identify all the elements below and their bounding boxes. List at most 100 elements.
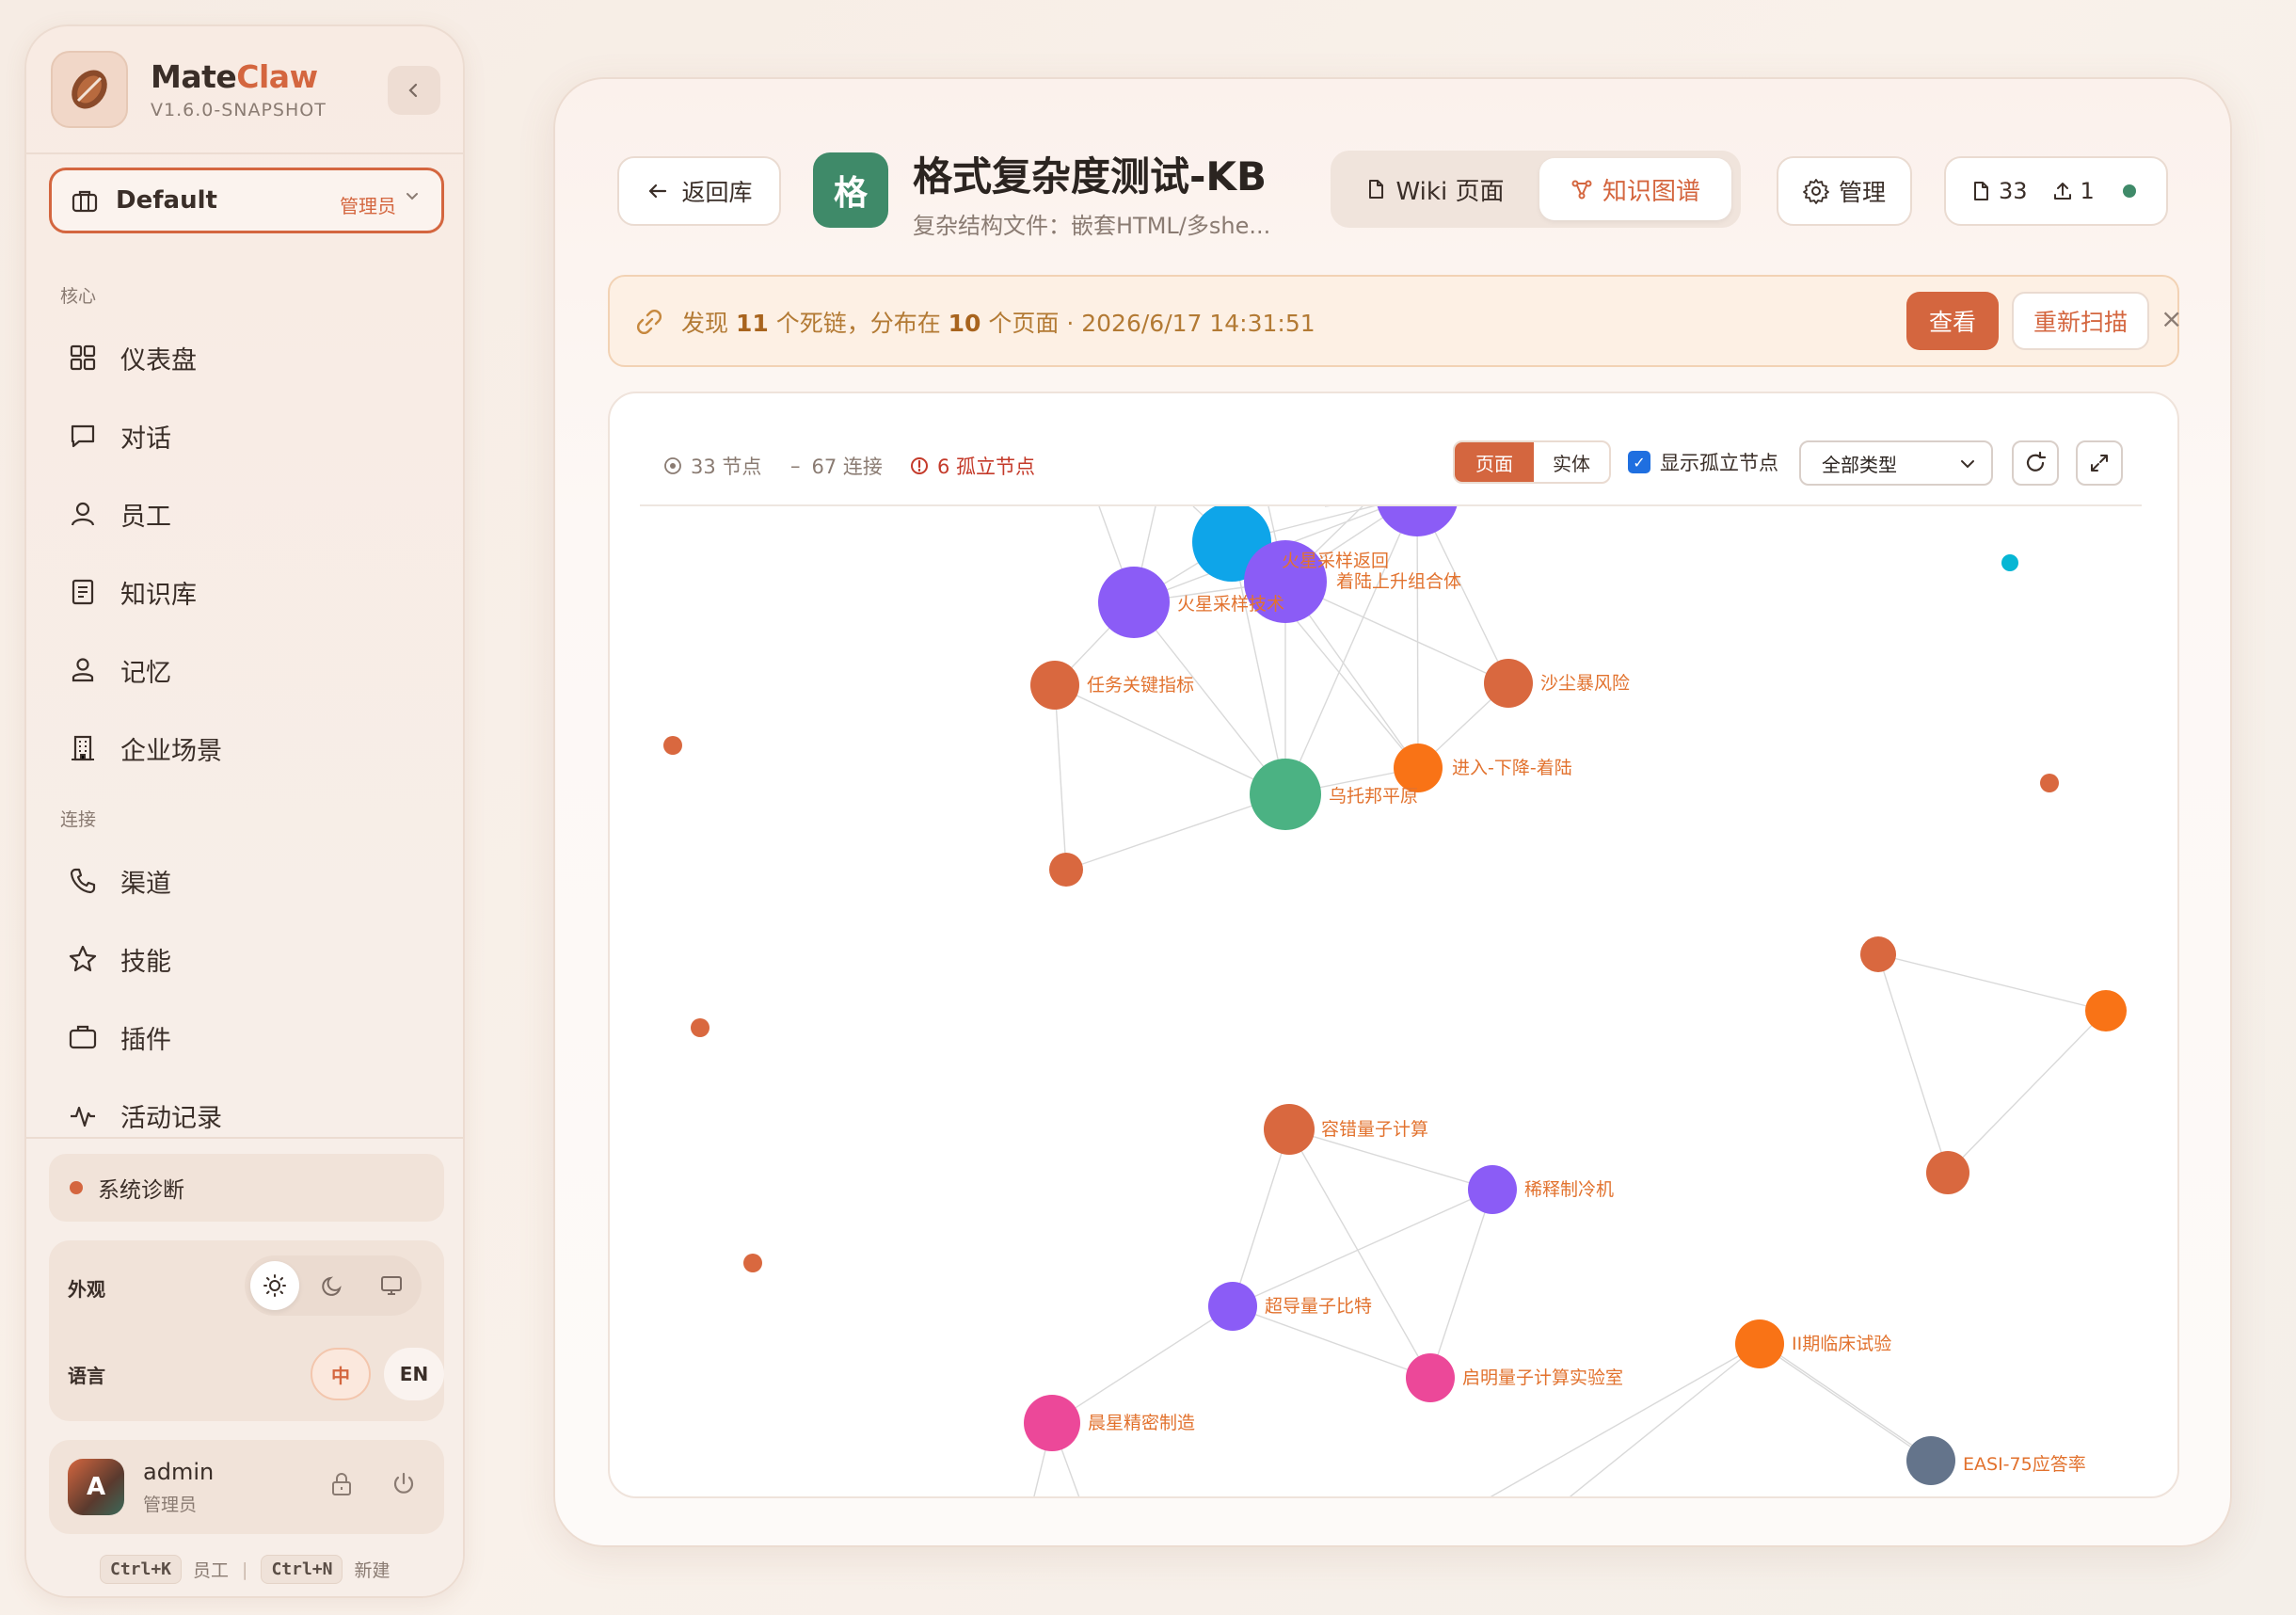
graph-node[interactable] [1468,1165,1517,1214]
system-diagnostics-button[interactable]: 系统诊断 [49,1154,444,1222]
nav-item-knowledge-base[interactable]: 知识库 [64,564,422,620]
graph-node[interactable] [1376,454,1459,536]
graph-node-label: 星槎一号 [1468,485,1539,505]
workspace-selector[interactable]: Default 管理员 [49,168,444,233]
status-dot [70,1181,83,1194]
graph-edge [1759,1343,1932,1462]
tab-knowledge-graph[interactable]: 知识图谱 [1539,158,1731,220]
graph-node[interactable] [691,1018,710,1037]
upload-icon [2053,183,2071,200]
dead-link-alert: 发现 11 个死链，分布在 10 个页面 · 2026/6/17 14:31:5… [608,275,2182,367]
graph-node[interactable] [1250,759,1321,830]
graph-node[interactable] [1264,1104,1315,1155]
theme-system-button[interactable] [367,1261,416,1310]
sun-icon [263,1274,286,1297]
user-icon [64,495,102,533]
nav-item-skills[interactable]: 技能 [64,931,422,987]
graph-node[interactable] [1906,1436,1955,1485]
graph-node-label: 任务关键指标 [1087,675,1194,696]
nav-item-activity-log[interactable]: 活动记录 [64,1087,422,1143]
graph-node-label: 进入-下降-着陆 [1452,758,1572,778]
graph-node[interactable] [1484,659,1533,708]
graph-edge [1762,1343,1936,1462]
lang-zh-button[interactable]: 中 [311,1348,371,1400]
power-icon[interactable] [390,1470,418,1502]
status-dot [2122,184,2136,198]
theme-dark-button[interactable] [309,1261,358,1310]
graph-node-label: 晨星精密制造 [1088,1413,1195,1433]
link-icon [634,307,664,341]
graph-node[interactable] [1030,661,1079,710]
nav-label: 企业场景 [120,736,222,766]
lang-en-button[interactable]: EN [384,1348,444,1400]
graph-node[interactable] [1406,1353,1455,1402]
graph-canvas[interactable]: 星槎一号着陆上升组合体火星采样返回火星采样技术沙尘暴风险 任务关键指标进入-下降-… [610,393,2179,1498]
graph-edge [1947,1010,2107,1174]
shortcut-label: 员工 [193,1560,230,1581]
briefcase-icon [71,187,99,219]
graph-node[interactable] [743,1254,762,1272]
page-title: 格式复杂度测试-KB [913,153,1267,200]
view-tabs: Wiki 页面 知识图谱 [1331,151,1741,228]
nav-item-dashboard[interactable]: 仪表盘 [64,329,422,386]
graph-node-label: II期临床试验 [1792,1334,1891,1354]
graph-icon [1571,180,1592,200]
preferences-panel: 外观 语言 中 EN [49,1240,444,1421]
graph-node-label: EASI-75应答率 [1963,1454,2086,1475]
graph-edge [1051,1305,1234,1424]
back-to-library-button[interactable]: 返回库 [617,156,781,226]
theme-light-button[interactable] [250,1261,299,1310]
graph-node[interactable] [2085,990,2127,1031]
nav-label: 活动记录 [120,1103,222,1133]
nav-item-memory[interactable]: 记忆 [64,642,422,698]
nav-section-connect: 连接 [60,809,97,830]
close-icon[interactable]: × [2160,303,2182,334]
activity-icon [64,1096,102,1134]
rescan-button[interactable]: 重新扫描 [2012,292,2149,350]
graph-node[interactable] [1049,853,1083,887]
app-logo [51,51,128,128]
lock-icon[interactable] [327,1470,356,1502]
collapse-sidebar-button[interactable] [388,66,440,115]
graph-node-label: 沙尘暴风险 [1540,673,1630,694]
gear-icon [1803,179,1829,204]
nav-label: 员工 [120,502,171,532]
user-card: A admin 管理员 [49,1440,444,1534]
dashboard-icon [64,339,102,376]
nav-item-plugins[interactable]: 插件 [64,1009,422,1065]
document-icon [1974,182,1988,200]
tab-label: 知识图谱 [1602,177,1700,206]
nav-label: 插件 [120,1025,171,1055]
graph-node[interactable] [1926,1151,1969,1194]
graph-node[interactable] [1024,1395,1080,1451]
nav-item-channels[interactable]: 渠道 [64,853,422,909]
chevron-down-icon [404,187,421,209]
graph-node[interactable] [1735,1319,1784,1368]
chevron-left-icon [408,83,418,98]
nav-item-chat[interactable]: 对话 [64,408,422,464]
graph-node-label: 启明量子计算实验室 [1462,1367,1623,1388]
app-version: V1.6.0-SNAPSHOT [151,100,327,120]
graph-node[interactable] [1860,936,1896,972]
graph-edge [1284,506,1413,795]
tab-wiki-pages[interactable]: Wiki 页面 [1340,158,1528,220]
main-panel: 返回库 格 格式复杂度测试-KB 复杂结构文件：嵌套HTML/多she... W… [553,77,2232,1547]
nav-item-enterprise-scenarios[interactable]: 企业场景 [64,720,422,776]
nav-item-employees[interactable]: 员工 [64,486,422,542]
manage-button[interactable]: 管理 [1777,156,1912,226]
kb-badge: 格 [813,152,888,228]
graph-node-label: 火星采样技术 [1177,594,1284,615]
graph-node[interactable] [2001,554,2018,571]
back-label: 返回库 [681,179,753,206]
graph-node[interactable] [663,736,682,755]
graph-node[interactable] [1098,567,1170,638]
doc-count: 33 [1999,178,2028,204]
avatar: A [68,1459,124,1515]
graph-node[interactable] [2040,774,2059,792]
chat-icon [64,417,102,455]
view-dead-links-button[interactable]: 查看 [1906,292,1999,350]
graph-node[interactable] [1208,1282,1257,1331]
graph-node-label: 火星采样返回 [1282,551,1389,571]
building-icon [64,729,102,767]
graph-edge [1288,1128,1431,1379]
